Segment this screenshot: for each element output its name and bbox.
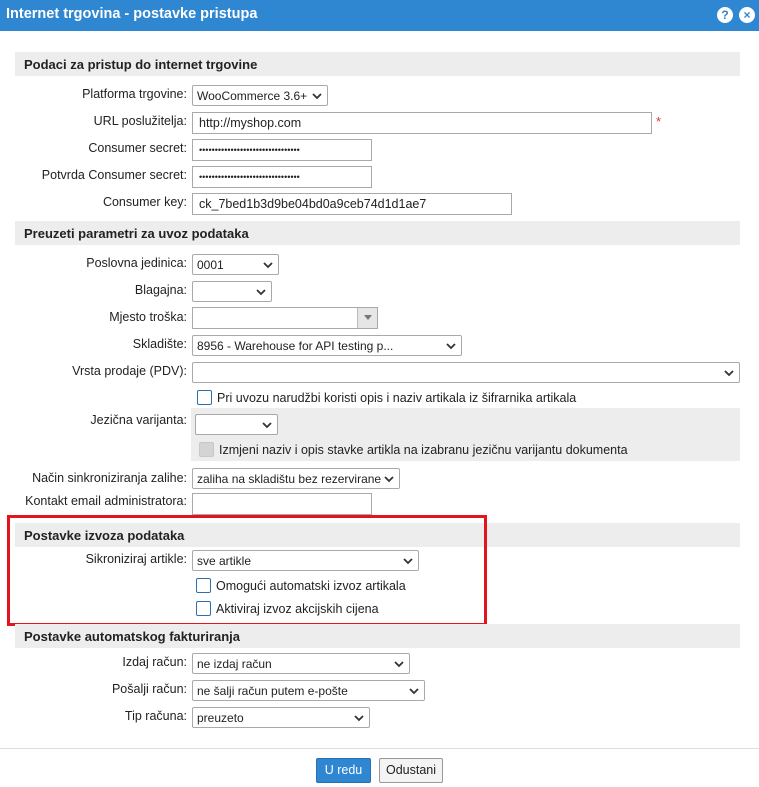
stock-sync-select[interactable]: zaliha na skladištu bez rezervirane bbox=[192, 468, 400, 489]
unit-value: 0001 bbox=[197, 258, 224, 272]
secret-confirm-label: Potvrda Consumer secret: bbox=[41, 168, 187, 182]
footer-divider bbox=[0, 748, 759, 749]
url-label: URL poslužitelja: bbox=[93, 114, 187, 128]
cashbox-select[interactable] bbox=[192, 281, 272, 302]
platform-select[interactable]: WooCommerce 3.6+ bbox=[192, 85, 328, 106]
unit-select[interactable]: 0001 bbox=[192, 254, 279, 275]
use-catalog-checkbox[interactable] bbox=[197, 390, 212, 405]
use-catalog-label: Pri uvozu narudžbi koristi opis i naziv … bbox=[217, 391, 577, 405]
chevron-down-icon bbox=[408, 685, 420, 697]
section-title-invoicing: Postavke automatskog fakturiranja bbox=[24, 629, 241, 644]
secret-confirm-input[interactable]: •••••••••••••••••••••••••••••••• bbox=[192, 166, 372, 188]
chevron-down-icon bbox=[723, 367, 735, 379]
send-label: Pošalji račun: bbox=[111, 682, 187, 696]
close-icon[interactable]: × bbox=[739, 7, 755, 23]
chevron-down-icon bbox=[353, 712, 365, 724]
issue-value: ne izdaj račun bbox=[197, 657, 272, 671]
platform-label: Platforma trgovine: bbox=[82, 87, 187, 101]
change-name-label: Izmjeni naziv i opis stavke artikla na i… bbox=[219, 443, 628, 457]
platform-value: WooCommerce 3.6+ bbox=[197, 89, 308, 103]
sale-type-select[interactable] bbox=[192, 362, 740, 383]
chevron-down-icon bbox=[445, 340, 457, 352]
type-value: preuzeto bbox=[197, 711, 244, 725]
admin-email-input[interactable] bbox=[192, 493, 372, 515]
cost-place-combobox[interactable] bbox=[192, 307, 378, 329]
cashbox-label: Blagajna: bbox=[134, 283, 187, 297]
highlight-frame bbox=[7, 515, 487, 626]
key-input[interactable]: ck_7bed1b3d9be04bd0a9ceb74d1d1ae7 bbox=[192, 193, 512, 215]
section-title-access: Podaci za pristup do internet trgovine bbox=[24, 57, 258, 72]
chevron-down-icon bbox=[393, 658, 405, 670]
language-label: Jezična varijanta: bbox=[90, 413, 187, 427]
secret-label: Consumer secret: bbox=[88, 141, 187, 155]
dialog-titlebar: Internet trgovina - postavke pristupa ? … bbox=[0, 0, 759, 31]
sale-type-label: Vrsta prodaje (PDV): bbox=[72, 364, 187, 378]
chevron-down-icon[interactable] bbox=[357, 308, 377, 328]
chevron-down-icon bbox=[261, 419, 273, 431]
send-value: ne šalji račun putem e-pošte bbox=[197, 684, 348, 698]
change-name-checkbox[interactable] bbox=[199, 442, 214, 457]
chevron-down-icon bbox=[311, 90, 323, 102]
chevron-down-icon bbox=[383, 473, 395, 485]
warehouse-label: Skladište: bbox=[132, 337, 187, 351]
warehouse-select[interactable]: 8956 - Warehouse for API testing p... bbox=[192, 335, 462, 356]
type-select[interactable]: preuzeto bbox=[192, 707, 370, 728]
section-header-invoicing: Postavke automatskog fakturiranja bbox=[15, 624, 740, 648]
type-label: Tip računa: bbox=[124, 709, 187, 723]
required-mark: * bbox=[656, 114, 662, 129]
issue-label: Izdaj račun: bbox=[122, 655, 187, 669]
section-title-import: Preuzeti parametri za uvoz podataka bbox=[24, 226, 249, 241]
unit-label: Poslovna jedinica: bbox=[86, 256, 187, 270]
url-input[interactable]: http://myshop.com bbox=[192, 112, 652, 134]
cancel-button[interactable]: Odustani bbox=[379, 758, 443, 783]
section-header-import: Preuzeti parametri za uvoz podataka bbox=[15, 221, 740, 245]
stock-sync-label: Način sinkroniziranja zalihe: bbox=[32, 471, 187, 485]
language-select[interactable] bbox=[195, 414, 278, 435]
stock-sync-value: zaliha na skladištu bez rezervirane bbox=[197, 472, 382, 486]
key-label: Consumer key: bbox=[102, 195, 187, 209]
chevron-down-icon bbox=[255, 286, 267, 298]
cost-place-label: Mjesto troška: bbox=[109, 310, 187, 324]
chevron-down-icon bbox=[262, 259, 274, 271]
dialog-title: Internet trgovina - postavke pristupa bbox=[6, 6, 258, 22]
ok-button[interactable]: U redu bbox=[316, 758, 371, 783]
send-select[interactable]: ne šalji račun putem e-pošte bbox=[192, 680, 425, 701]
help-icon[interactable]: ? bbox=[717, 7, 733, 23]
admin-email-label: Kontakt email administratora: bbox=[25, 494, 187, 508]
issue-select[interactable]: ne izdaj račun bbox=[192, 653, 410, 674]
secret-input[interactable]: •••••••••••••••••••••••••••••••• bbox=[192, 139, 372, 161]
section-header-access: Podaci za pristup do internet trgovine bbox=[15, 52, 740, 76]
warehouse-value: 8956 - Warehouse for API testing p... bbox=[197, 339, 394, 353]
